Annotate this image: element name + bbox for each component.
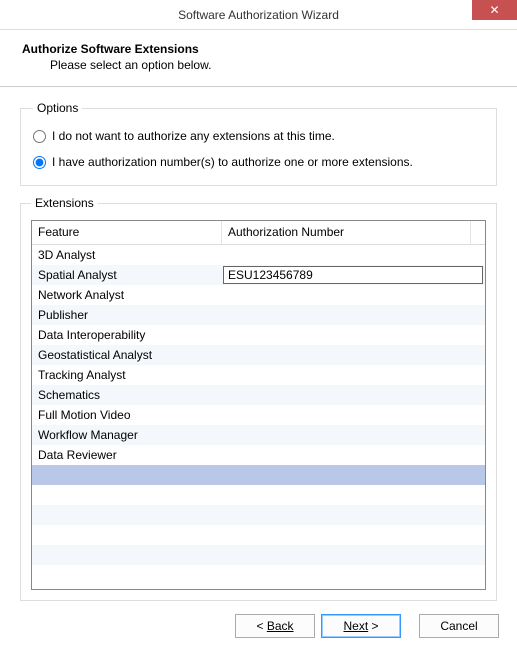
- cell-auth[interactable]: [222, 325, 485, 345]
- cell-feature[interactable]: Geostatistical Analyst: [32, 345, 222, 365]
- table-row[interactable]: [32, 465, 485, 485]
- table-row[interactable]: Full Motion Video: [32, 405, 485, 425]
- cell-feature[interactable]: Full Motion Video: [32, 405, 222, 425]
- back-label: Back: [267, 619, 294, 633]
- table-row[interactable]: Network Analyst: [32, 285, 485, 305]
- table-row[interactable]: 3D Analyst: [32, 245, 485, 265]
- cell-auth[interactable]: [222, 285, 485, 305]
- table-row[interactable]: Geostatistical Analyst: [32, 345, 485, 365]
- grid-header: Feature Authorization Number: [32, 221, 485, 245]
- auth-input[interactable]: [223, 266, 483, 284]
- cell-auth[interactable]: [222, 465, 485, 485]
- extensions-legend: Extensions: [31, 196, 98, 210]
- cell-feature[interactable]: [32, 465, 222, 485]
- cell-auth[interactable]: [222, 385, 485, 405]
- grid-rows: 3D AnalystSpatial AnalystNetwork Analyst…: [32, 245, 485, 589]
- cell-auth[interactable]: [222, 345, 485, 365]
- radio-no-auth[interactable]: I do not want to authorize any extension…: [33, 129, 484, 143]
- next-button[interactable]: Next >: [321, 614, 401, 638]
- cell-feature[interactable]: Publisher: [32, 305, 222, 325]
- cell-feature[interactable]: Network Analyst: [32, 285, 222, 305]
- col-spacer: [471, 221, 485, 244]
- cell-auth[interactable]: [222, 525, 485, 545]
- extensions-grid: Feature Authorization Number 3D AnalystS…: [31, 220, 486, 590]
- cell-feature[interactable]: [32, 525, 222, 545]
- table-row[interactable]: Publisher: [32, 305, 485, 325]
- cell-feature[interactable]: [32, 485, 222, 505]
- table-row[interactable]: [32, 565, 485, 585]
- cell-auth[interactable]: [222, 245, 485, 265]
- page-subtitle: Please select an option below.: [22, 56, 495, 72]
- cell-auth[interactable]: [222, 305, 485, 325]
- cell-feature[interactable]: [32, 505, 222, 525]
- close-button[interactable]: ✕: [472, 0, 517, 20]
- table-row[interactable]: [32, 485, 485, 505]
- cell-auth[interactable]: [222, 445, 485, 465]
- next-label: Next: [343, 619, 368, 633]
- table-row[interactable]: Data Interoperability: [32, 325, 485, 345]
- cell-feature[interactable]: Schematics: [32, 385, 222, 405]
- table-row[interactable]: Data Reviewer: [32, 445, 485, 465]
- table-row[interactable]: Workflow Manager: [32, 425, 485, 445]
- cell-auth[interactable]: [222, 365, 485, 385]
- wizard-body: Authorize Software Extensions Please sel…: [0, 30, 517, 601]
- cancel-label: Cancel: [440, 619, 477, 633]
- cell-feature[interactable]: Tracking Analyst: [32, 365, 222, 385]
- cancel-button[interactable]: Cancel: [419, 614, 499, 638]
- close-icon: ✕: [489, 3, 499, 17]
- cell-feature[interactable]: 3D Analyst: [32, 245, 222, 265]
- content-area: Options I do not want to authorize any e…: [0, 87, 517, 601]
- cell-auth[interactable]: [222, 485, 485, 505]
- table-row[interactable]: [32, 525, 485, 545]
- radio-no-auth-label: I do not want to authorize any extension…: [52, 129, 335, 143]
- table-row[interactable]: Schematics: [32, 385, 485, 405]
- col-auth[interactable]: Authorization Number: [222, 221, 471, 244]
- table-row[interactable]: [32, 505, 485, 525]
- cell-auth[interactable]: [222, 565, 485, 585]
- cell-auth[interactable]: [222, 265, 485, 285]
- cell-feature[interactable]: Workflow Manager: [32, 425, 222, 445]
- header-section: Authorize Software Extensions Please sel…: [0, 30, 517, 87]
- col-feature[interactable]: Feature: [32, 221, 222, 244]
- table-row[interactable]: Spatial Analyst: [32, 265, 485, 285]
- options-legend: Options: [33, 101, 82, 115]
- radio-have-auth[interactable]: I have authorization number(s) to author…: [33, 155, 484, 169]
- table-row[interactable]: Tracking Analyst: [32, 365, 485, 385]
- cell-auth[interactable]: [222, 505, 485, 525]
- title-bar: Software Authorization Wizard ✕: [0, 0, 517, 30]
- table-row[interactable]: [32, 545, 485, 565]
- cell-auth[interactable]: [222, 405, 485, 425]
- cell-feature[interactable]: Spatial Analyst: [32, 265, 222, 285]
- cell-auth[interactable]: [222, 545, 485, 565]
- radio-no-auth-input[interactable]: [33, 130, 46, 143]
- cell-auth[interactable]: [222, 425, 485, 445]
- back-button[interactable]: < Back: [235, 614, 315, 638]
- page-title: Authorize Software Extensions: [22, 42, 495, 56]
- radio-have-auth-input[interactable]: [33, 156, 46, 169]
- cell-feature[interactable]: [32, 565, 222, 585]
- cell-feature[interactable]: Data Reviewer: [32, 445, 222, 465]
- options-group: Options I do not want to authorize any e…: [20, 101, 497, 186]
- radio-have-auth-label: I have authorization number(s) to author…: [52, 155, 413, 169]
- extensions-group: Extensions Feature Authorization Number …: [20, 196, 497, 601]
- window-title: Software Authorization Wizard: [178, 8, 339, 22]
- cell-feature[interactable]: Data Interoperability: [32, 325, 222, 345]
- button-bar: < Back Next > Cancel: [235, 614, 499, 638]
- cell-feature[interactable]: [32, 545, 222, 565]
